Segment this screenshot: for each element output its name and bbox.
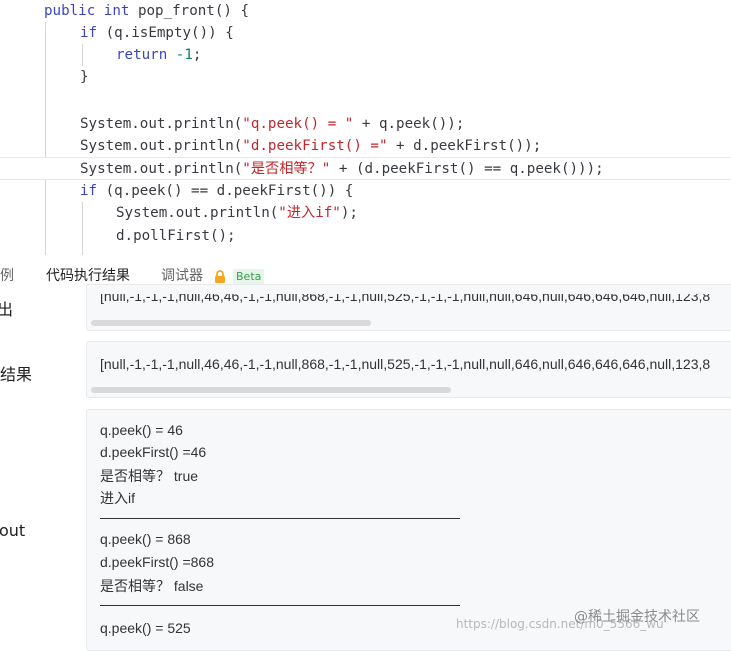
stdout-line: q.peek() = 868 bbox=[100, 531, 191, 547]
code-line-11[interactable]: d.pollFirst(); bbox=[0, 225, 731, 247]
code-content: public int pop_front() { bbox=[0, 3, 249, 19]
code-line-3[interactable]: return -1; bbox=[0, 44, 731, 66]
code-content: if (q.isEmpty()) { bbox=[0, 25, 234, 41]
code-token: System.out.println( bbox=[80, 138, 243, 154]
stdout-line: d.peekFirst() =46 bbox=[100, 444, 207, 460]
stdout-line: 是否相等？ true bbox=[100, 468, 199, 484]
code-token: pop_front() { bbox=[137, 3, 250, 19]
code-token: "进入if" bbox=[278, 205, 341, 221]
tab-testcase[interactable]: 用例 bbox=[0, 255, 14, 297]
code-token: System.out.println( bbox=[80, 161, 243, 177]
code-token: (q.peek() == d.peekFirst()) { bbox=[105, 183, 354, 199]
code-token: ; bbox=[192, 47, 202, 63]
code-token: + q.peek()); bbox=[353, 116, 465, 132]
expected-value: [null,-1,-1,-1,null,46,46,-1,-1,null,868… bbox=[100, 356, 711, 372]
expected-box[interactable]: [null,-1,-1,-1,null,46,46,-1,-1,null,868… bbox=[86, 341, 731, 398]
code-token: System.out.println( bbox=[116, 205, 279, 221]
code-token: d.pollFirst(); bbox=[116, 228, 236, 244]
stdout-line: d.peekFirst() =868 bbox=[100, 554, 214, 570]
code-line-4[interactable]: } bbox=[0, 66, 731, 88]
stdout-separator bbox=[100, 518, 460, 519]
code-line-7[interactable]: System.out.println("d.peekFirst() =" + d… bbox=[0, 135, 731, 157]
code-content: System.out.println("q.peek() = " + q.pee… bbox=[0, 116, 464, 132]
code-token: ); bbox=[340, 205, 358, 221]
code-token: + d.peekFirst()); bbox=[387, 138, 542, 154]
code-token: "d.peekFirst() =" bbox=[242, 138, 388, 154]
lock-icon bbox=[215, 270, 225, 283]
code-editor[interactable]: public int pop_front() { if (q.isEmpty()… bbox=[0, 0, 731, 255]
code-content: System.out.println("进入if"); bbox=[0, 205, 358, 221]
code-token: } bbox=[80, 69, 89, 85]
code-content: d.pollFirst(); bbox=[0, 228, 236, 244]
code-token: System.out.println( bbox=[80, 116, 243, 132]
code-token: int bbox=[103, 3, 138, 19]
stdout-line: q.peek() = 525 bbox=[100, 620, 191, 636]
output-scrollbar[interactable] bbox=[91, 320, 371, 326]
code-token: "是否相等？" bbox=[242, 161, 331, 177]
watermark-brand: @稀土掘金技术社区 bbox=[574, 609, 700, 625]
code-content: if (q.peek() == d.peekFirst()) { bbox=[0, 183, 353, 199]
code-token: if bbox=[80, 25, 106, 41]
code-token: (q.isEmpty()) { bbox=[105, 25, 234, 41]
expected-scrollbar[interactable] bbox=[91, 387, 451, 393]
stdout-label: out bbox=[0, 521, 26, 540]
code-line-2[interactable]: if (q.isEmpty()) { bbox=[0, 22, 731, 44]
output-box[interactable]: [null,-1,-1,-1,null,46,46,-1,-1,null,868… bbox=[86, 284, 731, 331]
output-label: 出 bbox=[0, 300, 14, 319]
code-line-9[interactable]: if (q.peek() == d.peekFirst()) { bbox=[0, 180, 731, 202]
expected-result-label: 期结果 bbox=[0, 365, 33, 384]
stdout-line: 进入if bbox=[100, 490, 135, 506]
stdout-separator bbox=[100, 605, 460, 606]
code-line-6[interactable]: System.out.println("q.peek() = " + q.pee… bbox=[0, 113, 731, 135]
code-line-1[interactable]: public int pop_front() { bbox=[0, 0, 731, 22]
code-content: System.out.println("是否相等？" + (d.peekFirs… bbox=[0, 161, 604, 177]
code-content bbox=[0, 91, 80, 107]
code-line-5[interactable] bbox=[0, 88, 731, 110]
code-content: System.out.println("d.peekFirst() =" + d… bbox=[0, 138, 541, 154]
code-token: return bbox=[116, 47, 176, 63]
code-token: public bbox=[44, 3, 104, 19]
output-value: [null,-1,-1,-1,null,46,46,-1,-1,null,868… bbox=[100, 288, 711, 304]
code-content: return -1; bbox=[0, 47, 201, 63]
code-line-10[interactable]: System.out.println("进入if"); bbox=[0, 202, 731, 224]
code-content: } bbox=[0, 69, 89, 85]
stdout-line: 是否相等？ false bbox=[100, 578, 204, 594]
stdout-line: q.peek() = 46 bbox=[100, 422, 183, 438]
code-token: + (d.peekFirst() == q.peek())); bbox=[330, 161, 604, 177]
code-token: -1 bbox=[175, 47, 193, 63]
code-token: "q.peek() = " bbox=[242, 116, 354, 132]
beta-badge: Beta bbox=[233, 269, 265, 285]
code-line-8-current[interactable]: System.out.println("是否相等？" + (d.peekFirs… bbox=[0, 157, 731, 180]
code-token: if bbox=[80, 183, 106, 199]
